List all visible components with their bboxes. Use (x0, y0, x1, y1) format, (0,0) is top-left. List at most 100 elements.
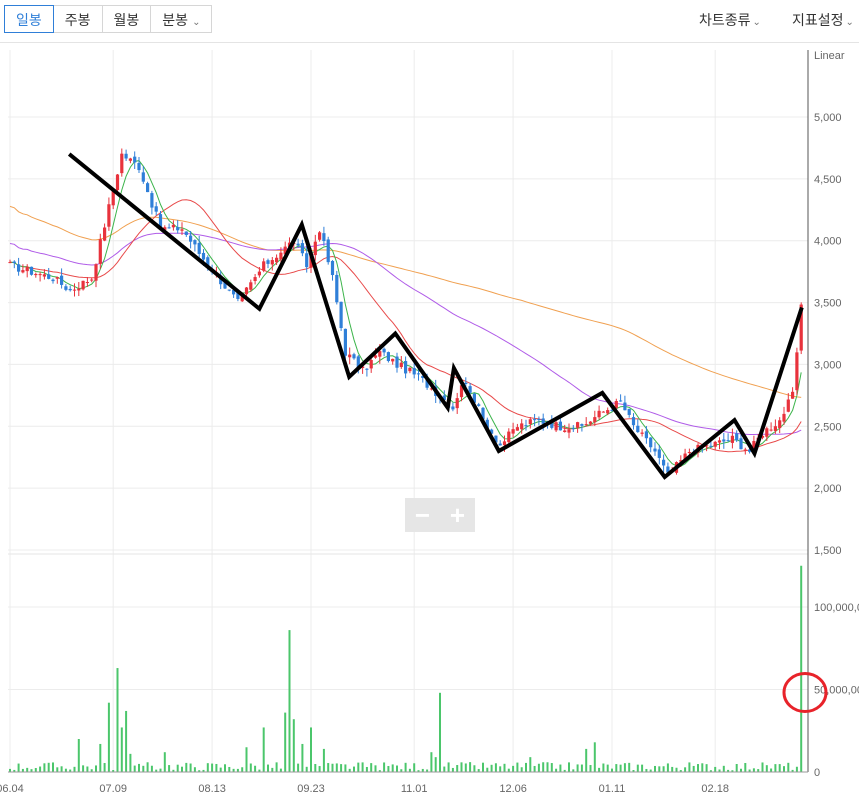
candle-body (773, 426, 777, 431)
candle-body (498, 443, 502, 446)
candle-body (141, 172, 145, 182)
volume-bar (168, 765, 171, 772)
candle-body (769, 429, 773, 431)
volume-bar (744, 762, 747, 772)
candle-body (765, 428, 769, 437)
volume-bar (503, 763, 506, 772)
volume-bar (494, 763, 497, 772)
candle-body (404, 361, 408, 374)
volume-bar (254, 765, 257, 772)
volume-bar (284, 712, 287, 772)
tab-minute[interactable]: 분봉 ⌄ (150, 5, 213, 33)
indicator-settings-menu[interactable]: 지표설정 ⌄ (792, 10, 854, 30)
volume-bar (391, 764, 394, 772)
volume-bar (344, 764, 347, 772)
volume-bar (490, 764, 493, 772)
candle-body (352, 354, 356, 359)
candle-body (305, 253, 309, 268)
candle-body (253, 277, 257, 281)
volume-bar (447, 762, 450, 772)
volume-bar (52, 762, 54, 772)
volume-bar (103, 763, 106, 772)
candle-body (640, 432, 644, 434)
candle-body (90, 279, 94, 281)
volume-bar (163, 752, 166, 772)
volume-bar (292, 719, 295, 772)
volume-bar (34, 768, 37, 772)
candle-body (778, 420, 782, 429)
volume-bar (43, 763, 46, 772)
date-tick-label: 01.11 (599, 783, 626, 795)
zigzag-line (67, 152, 804, 480)
volume-bar (576, 764, 579, 772)
candle-body (193, 240, 197, 245)
price-tick-label: 5,000 (814, 112, 842, 124)
volume-bar (434, 757, 437, 772)
volume-bar (314, 763, 317, 772)
candle-body (378, 351, 382, 357)
price-tick-label: 1,500 (814, 545, 842, 557)
tab-daily[interactable]: 일봉 (4, 5, 54, 33)
chart-type-menu[interactable]: 차트종류 ⌄ (699, 10, 761, 30)
volume-tick-label: 0 (814, 767, 820, 779)
candle-body (567, 429, 571, 433)
tab-monthly[interactable]: 월봉 (101, 5, 152, 33)
volume-bar (783, 766, 785, 772)
candle-body (713, 441, 717, 447)
candle-body (399, 362, 403, 368)
candle-body (103, 227, 107, 241)
candle-body (636, 425, 640, 433)
candle-body (38, 274, 42, 276)
candle-body (584, 424, 588, 426)
candle-body (115, 174, 120, 191)
moving-average-lines (9, 160, 802, 467)
volume-bar (568, 762, 570, 772)
zoom-out-button[interactable]: − (408, 502, 438, 528)
candle-body (627, 408, 631, 415)
volume-bar (800, 565, 803, 772)
candle-body (47, 274, 51, 279)
volume-bar (413, 763, 416, 772)
date-tick-label: 02.18 (701, 783, 729, 795)
volume-bar (353, 766, 355, 772)
volume-bar (585, 748, 588, 772)
tab-weekly[interactable]: 주봉 (52, 5, 103, 33)
date-tick-label: 12.06 (499, 783, 527, 795)
volume-bar (150, 765, 153, 772)
zoom-in-button[interactable]: + (443, 502, 473, 528)
volume-bar (133, 765, 136, 772)
volume-bar (322, 748, 325, 772)
volume-bar (193, 767, 196, 772)
date-tick-label: 08.13 (198, 783, 226, 795)
volume-bar (331, 763, 334, 772)
candle-body (709, 445, 713, 447)
date-tick-label: 09.23 (297, 783, 325, 795)
volume-bar (666, 763, 669, 772)
candle-body (21, 270, 25, 273)
volume-bar (86, 766, 89, 772)
volume-bar (340, 764, 343, 772)
candle-body (386, 352, 390, 362)
candle-body (244, 287, 249, 295)
volume-bar (537, 763, 540, 772)
volume-bar (370, 763, 373, 772)
volume-bar (245, 747, 248, 772)
price-tick-label: 3,000 (814, 359, 842, 371)
candle-body (369, 359, 373, 369)
candle-body (477, 404, 481, 406)
volume-bar (774, 764, 777, 772)
date-tick-label: 07.09 (99, 783, 127, 795)
volume-bar (512, 765, 515, 772)
candle-body (451, 406, 455, 410)
volume-bar (714, 766, 717, 772)
volume-bar (47, 762, 50, 772)
volume-bar (267, 764, 269, 772)
candle-body (687, 451, 691, 453)
candle-body (743, 449, 747, 451)
price-tick-label: 4,000 (814, 236, 842, 248)
volume-bar (765, 765, 768, 772)
volume-bar (615, 764, 618, 772)
stock-chart[interactable]: 1,500 2,000 2,500 3,000 3,500 4,000 4,500 5,000… (0, 42, 859, 800)
volume-bar (770, 768, 773, 772)
scale-label[interactable]: Linear (814, 50, 845, 62)
